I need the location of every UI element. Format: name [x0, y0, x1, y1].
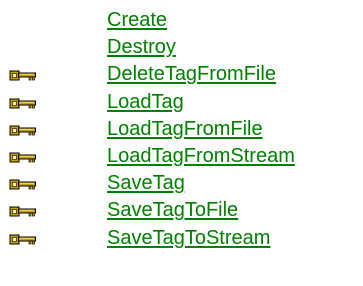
- method-link-save-tag-to-file[interactable]: SaveTagToFile: [107, 197, 238, 223]
- method-link-save-tag[interactable]: SaveTag: [107, 170, 185, 196]
- method-row-save-tag: SaveTag: [0, 170, 363, 197]
- method-link-destroy[interactable]: Destroy: [107, 34, 176, 60]
- method-row-load-tag: LoadTag: [0, 89, 363, 116]
- method-row-delete-tag-from-file: DeleteTagFromFile: [0, 61, 363, 88]
- method-row-load-tag-from-stream: LoadTagFromStream: [0, 143, 363, 170]
- method-link-save-tag-to-stream[interactable]: SaveTagToStream: [107, 225, 270, 251]
- method-row-load-tag-from-file: LoadTagFromFile: [0, 116, 363, 143]
- method-link-load-tag[interactable]: LoadTag: [107, 89, 184, 115]
- method-row-destroy: Destroy: [0, 34, 363, 61]
- key-icon: [9, 152, 36, 163]
- key-icon: [9, 70, 36, 81]
- method-link-load-tag-from-stream[interactable]: LoadTagFromStream: [107, 143, 295, 169]
- method-link-delete-tag-from-file[interactable]: DeleteTagFromFile: [107, 61, 276, 87]
- method-link-create[interactable]: Create: [107, 7, 167, 33]
- key-icon: [9, 206, 36, 217]
- key-icon: [9, 179, 36, 190]
- method-list: Create Destroy DeleteTagFromFile LoadTag…: [0, 7, 363, 252]
- method-row-save-tag-to-stream: SaveTagToStream: [0, 225, 363, 252]
- key-icon: [9, 98, 36, 109]
- key-icon: [9, 125, 36, 136]
- method-row-save-tag-to-file: SaveTagToFile: [0, 197, 363, 224]
- key-icon: [9, 234, 36, 244]
- method-link-load-tag-from-file[interactable]: LoadTagFromFile: [107, 116, 263, 142]
- method-row-create: Create: [0, 7, 363, 34]
